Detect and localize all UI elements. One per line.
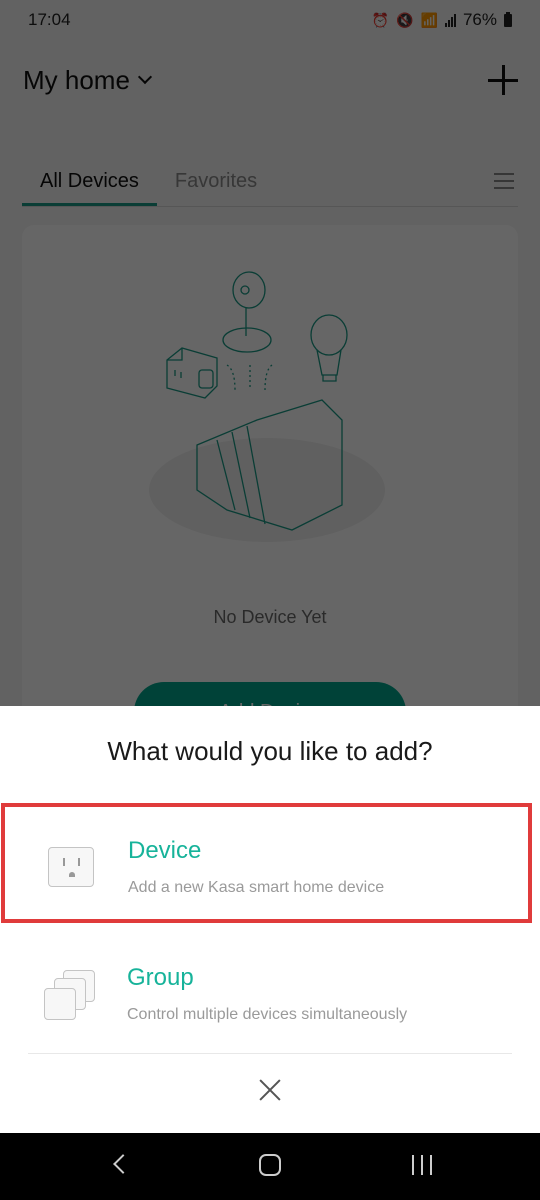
option-group[interactable]: Group Control multiple devices simultane… <box>0 936 540 1056</box>
system-nav-bar <box>0 1133 540 1200</box>
sheet-title: What would you like to add? <box>107 736 433 766</box>
add-bottom-sheet: What would you like to add? Device Add a… <box>0 706 540 1133</box>
group-icon <box>43 968 99 1024</box>
option-group-subtitle: Control multiple devices simultaneously <box>127 1006 408 1023</box>
outlet-icon <box>48 847 94 887</box>
recents-icon[interactable] <box>412 1155 432 1175</box>
option-group-title: Group <box>127 964 194 991</box>
sheet-divider <box>28 1053 512 1054</box>
back-icon[interactable] <box>113 1154 133 1174</box>
option-device[interactable]: Device Add a new Kasa smart home device <box>1 803 532 923</box>
home-icon[interactable] <box>259 1154 281 1176</box>
close-icon[interactable] <box>258 1078 282 1102</box>
option-device-title: Device <box>128 837 202 864</box>
option-device-subtitle: Add a new Kasa smart home device <box>128 879 385 896</box>
